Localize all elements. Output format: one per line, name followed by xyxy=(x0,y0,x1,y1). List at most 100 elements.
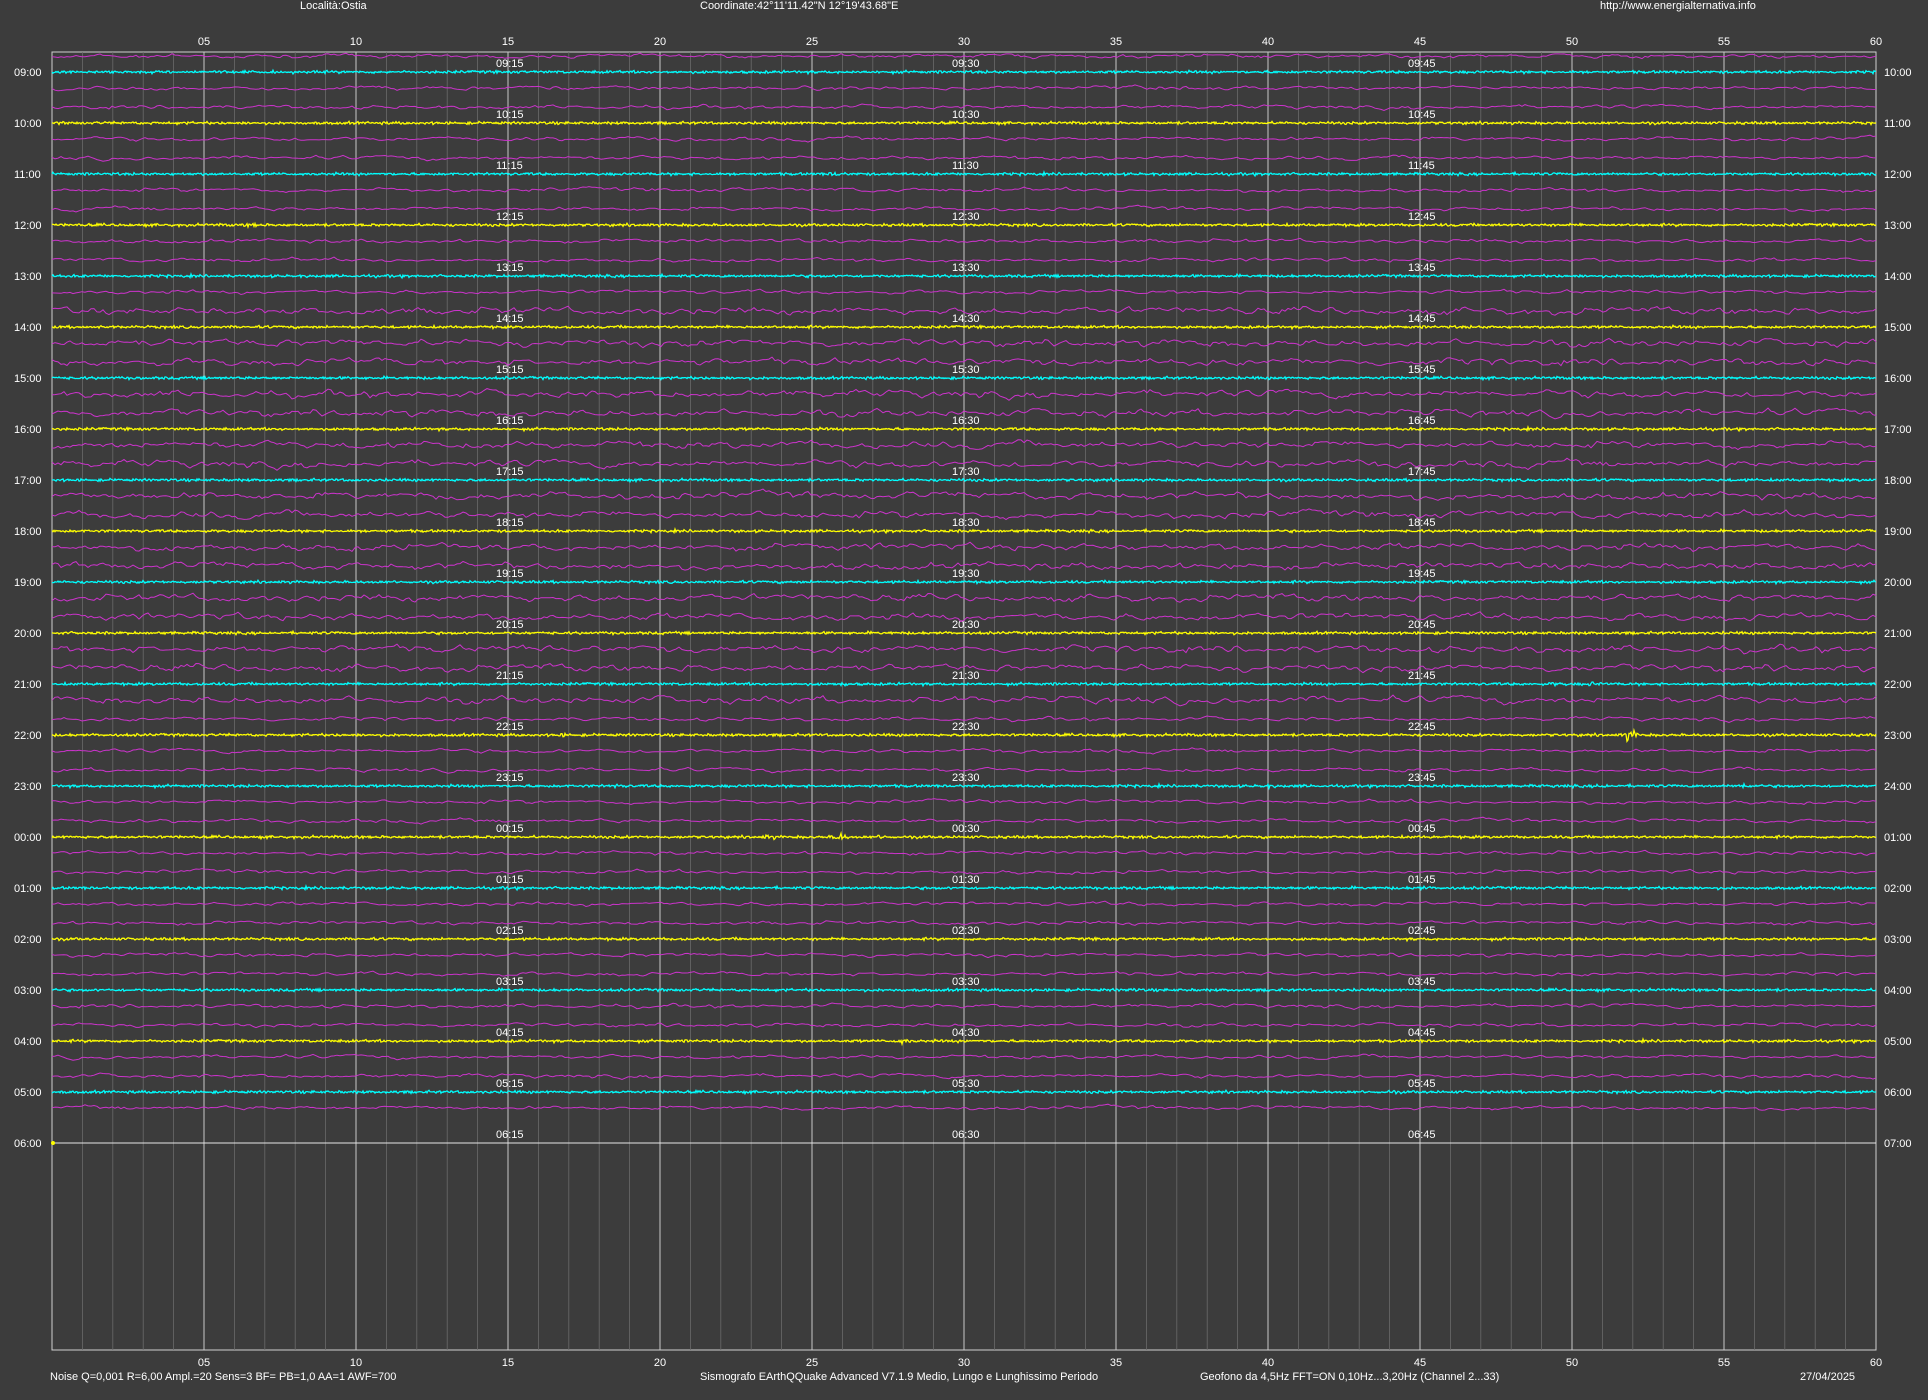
row-time-label-left: 17:00 xyxy=(14,475,42,487)
row-time-label-right: 11:00 xyxy=(1884,118,1911,130)
quarter-time-label: 15:30 xyxy=(952,364,980,376)
x-tick-label-bottom: 30 xyxy=(958,1357,970,1369)
x-tick-label-top: 10 xyxy=(350,36,362,48)
row-time-label-right: 10:00 xyxy=(1884,67,1912,79)
quarter-time-label: 19:15 xyxy=(496,568,524,580)
quarter-time-label: 04:30 xyxy=(952,1027,980,1039)
row-time-label-left: 21:00 xyxy=(14,679,42,691)
row-time-label-right: 20:00 xyxy=(1884,577,1912,589)
quarter-time-label: 01:45 xyxy=(1408,874,1436,886)
quarter-time-label: 00:30 xyxy=(952,823,980,835)
row-time-label-left: 20:00 xyxy=(14,628,42,640)
x-tick-label-bottom: 25 xyxy=(806,1357,818,1369)
quarter-time-label: 21:45 xyxy=(1408,670,1436,682)
quarter-time-label: 23:15 xyxy=(496,772,524,784)
quarter-time-label: 12:30 xyxy=(952,211,980,223)
quarter-time-label: 13:45 xyxy=(1408,262,1436,274)
row-time-label-right: 18:00 xyxy=(1884,475,1912,487)
quarter-time-label: 22:30 xyxy=(952,721,980,733)
footer-software: Sismografo EArthQQuake Advanced V7.1.9 M… xyxy=(700,1371,1099,1383)
quarter-time-label: 20:15 xyxy=(496,619,524,631)
row-time-label-right: 01:00 xyxy=(1884,832,1912,844)
quarter-time-label: 16:30 xyxy=(952,415,980,427)
quarter-time-label: 22:45 xyxy=(1408,721,1436,733)
x-tick-label-bottom: 45 xyxy=(1414,1357,1426,1369)
x-tick-label-bottom: 55 xyxy=(1718,1357,1730,1369)
quarter-time-label: 22:15 xyxy=(496,721,524,733)
quarter-time-label: 00:15 xyxy=(496,823,524,835)
x-tick-label-bottom: 05 xyxy=(198,1357,210,1369)
quarter-time-label: 10:15 xyxy=(496,109,524,121)
quarter-time-label: 02:15 xyxy=(496,925,524,937)
quarter-time-label: 10:30 xyxy=(952,109,980,121)
row-time-label-left: 13:00 xyxy=(14,271,42,283)
row-time-label-right: 19:00 xyxy=(1884,526,1912,538)
row-time-label-right: 05:00 xyxy=(1884,1036,1912,1048)
quarter-time-label: 17:30 xyxy=(952,466,980,478)
quarter-time-label: 17:45 xyxy=(1408,466,1436,478)
quarter-time-label: 20:30 xyxy=(952,619,980,631)
x-tick-label-top: 55 xyxy=(1718,36,1730,48)
quarter-time-label: 13:15 xyxy=(496,262,524,274)
row-time-label-left: 03:00 xyxy=(14,985,42,997)
quarter-time-label: 06:15 xyxy=(496,1129,524,1141)
x-tick-label-top: 30 xyxy=(958,36,970,48)
quarter-time-label: 16:15 xyxy=(496,415,524,427)
quarter-time-label: 09:45 xyxy=(1408,58,1436,70)
row-time-label-right: 17:00 xyxy=(1884,424,1912,436)
row-time-label-right: 14:00 xyxy=(1884,271,1912,283)
x-tick-label-bottom: 10 xyxy=(350,1357,362,1369)
x-tick-label-top: 35 xyxy=(1110,36,1122,48)
quarter-time-label: 19:45 xyxy=(1408,568,1436,580)
row-time-label-left: 18:00 xyxy=(14,526,42,538)
row-time-label-right: 23:00 xyxy=(1884,730,1912,742)
quarter-time-label: 10:45 xyxy=(1408,109,1436,121)
quarter-time-label: 05:30 xyxy=(952,1078,980,1090)
quarter-time-label: 18:45 xyxy=(1408,517,1436,529)
row-time-label-left: 11:00 xyxy=(14,169,41,181)
row-time-label-left: 05:00 xyxy=(14,1087,42,1099)
row-time-label-left: 06:00 xyxy=(14,1138,42,1150)
quarter-time-label: 18:30 xyxy=(952,517,980,529)
quarter-time-label: 02:30 xyxy=(952,925,980,937)
quarter-time-label: 20:45 xyxy=(1408,619,1436,631)
footer-parameters: Noise Q=0,001 R=6,00 Ampl.=20 Sens=3 BF=… xyxy=(50,1371,397,1383)
footer-date: 27/04/2025 xyxy=(1800,1371,1856,1383)
quarter-time-label: 03:15 xyxy=(496,976,524,988)
x-tick-label-top: 20 xyxy=(654,36,666,48)
quarter-time-label: 04:45 xyxy=(1408,1027,1436,1039)
x-tick-label-bottom: 15 xyxy=(502,1357,514,1369)
row-time-label-left: 22:00 xyxy=(14,730,42,742)
quarter-time-label: 19:30 xyxy=(952,568,980,580)
x-tick-label-bottom: 20 xyxy=(654,1357,666,1369)
row-time-label-left: 19:00 xyxy=(14,577,42,589)
quarter-time-label: 03:30 xyxy=(952,976,980,988)
row-time-label-left: 09:00 xyxy=(14,67,42,79)
quarter-time-label: 16:45 xyxy=(1408,415,1436,427)
quarter-time-label: 12:45 xyxy=(1408,211,1436,223)
x-tick-label-top: 25 xyxy=(806,36,818,48)
row-time-label-right: 24:00 xyxy=(1884,781,1912,793)
quarter-time-label: 13:30 xyxy=(952,262,980,274)
quarter-time-label: 06:30 xyxy=(952,1129,980,1141)
quarter-time-label: 15:15 xyxy=(496,364,524,376)
row-time-label-right: 15:00 xyxy=(1884,322,1912,334)
row-time-label-right: 16:00 xyxy=(1884,373,1912,385)
quarter-time-label: 03:45 xyxy=(1408,976,1436,988)
x-tick-label-top: 60 xyxy=(1870,36,1882,48)
row-time-label-right: 03:00 xyxy=(1884,934,1912,946)
quarter-time-label: 09:15 xyxy=(496,58,524,70)
row-time-label-left: 16:00 xyxy=(14,424,42,436)
row-time-label-left: 02:00 xyxy=(14,934,42,946)
quarter-time-label: 23:30 xyxy=(952,772,980,784)
row-time-label-left: 01:00 xyxy=(14,883,42,895)
quarter-time-label: 21:30 xyxy=(952,670,980,682)
seismogram-chart: 05 05 10 10 15 15 20 20 25 25 30 30 35 35 40 40 45 45 50 50… xyxy=(14,36,1912,1369)
row-time-label-right: 07:00 xyxy=(1884,1138,1912,1150)
quarter-time-label: 11:45 xyxy=(1408,160,1435,172)
x-tick-label-bottom: 40 xyxy=(1262,1357,1274,1369)
quarter-time-label: 02:45 xyxy=(1408,925,1436,937)
x-tick-label-top: 05 xyxy=(198,36,210,48)
x-tick-label-bottom: 35 xyxy=(1110,1357,1122,1369)
quarter-time-label: 09:30 xyxy=(952,58,980,70)
